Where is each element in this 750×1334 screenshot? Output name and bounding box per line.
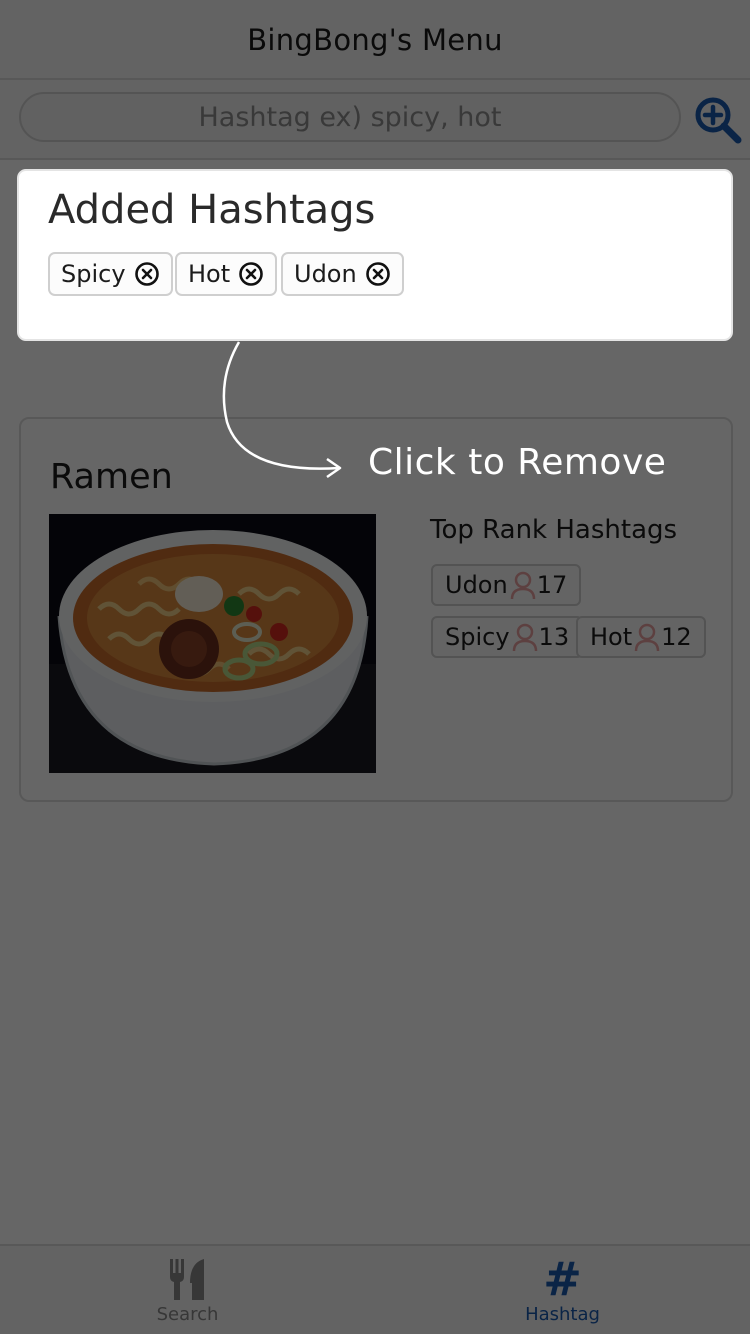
added-hashtags-panel: Added Hashtags Spicy Hot Udon xyxy=(17,169,733,341)
rank-tag-count: 13 xyxy=(538,623,570,651)
tab-bar: Search # Hashtag xyxy=(0,1244,750,1334)
rank-tag[interactable]: Hot 12 xyxy=(576,616,706,658)
app-header: BingBong's Menu xyxy=(0,0,750,80)
rank-tag-label: Udon xyxy=(445,571,508,599)
rank-tag-count: 17 xyxy=(536,571,568,599)
coachmark-arrow-icon xyxy=(215,340,355,494)
remove-icon[interactable] xyxy=(365,261,391,287)
search-button[interactable] xyxy=(692,95,744,147)
hashtag-chip-label: Spicy xyxy=(61,260,126,288)
remove-icon[interactable] xyxy=(134,261,160,287)
zoom-in-icon xyxy=(693,95,743,145)
tab-hashtag[interactable]: # Hashtag xyxy=(375,1246,750,1334)
dish-image xyxy=(49,514,376,773)
person-icon xyxy=(634,622,660,652)
rank-tag-count: 12 xyxy=(661,623,692,651)
added-hashtags-title: Added Hashtags xyxy=(48,187,376,233)
rank-heading: Top Rank Hashtags xyxy=(430,515,678,545)
hashtag-icon: # xyxy=(543,1252,582,1306)
person-icon xyxy=(510,570,536,600)
rank-tag[interactable]: Udon 17 xyxy=(431,564,582,606)
hashtag-chip[interactable]: Udon xyxy=(281,252,404,296)
page-title: BingBong's Menu xyxy=(247,23,503,57)
fork-knife-icon xyxy=(168,1256,208,1302)
remove-icon[interactable] xyxy=(238,261,264,287)
search-input[interactable] xyxy=(19,92,681,142)
search-bar xyxy=(0,80,750,160)
coachmark-text: Click to Remove xyxy=(368,442,667,483)
tab-search[interactable]: Search xyxy=(0,1246,375,1334)
rank-tag[interactable]: Spicy 13 xyxy=(431,616,584,658)
hashtag-chip[interactable]: Spicy xyxy=(48,252,173,296)
rank-tag-label: Hot xyxy=(590,623,633,651)
dish-title: Ramen xyxy=(50,457,173,497)
hashtag-chip[interactable]: Hot xyxy=(175,252,278,296)
hashtag-chip-label: Hot xyxy=(188,260,231,288)
tab-search-label: Search xyxy=(156,1304,219,1325)
person-icon xyxy=(512,622,538,652)
rank-tag-label: Spicy xyxy=(445,623,510,651)
hashtag-chip-label: Udon xyxy=(294,260,357,288)
tab-hashtag-label: Hashtag xyxy=(525,1304,600,1325)
